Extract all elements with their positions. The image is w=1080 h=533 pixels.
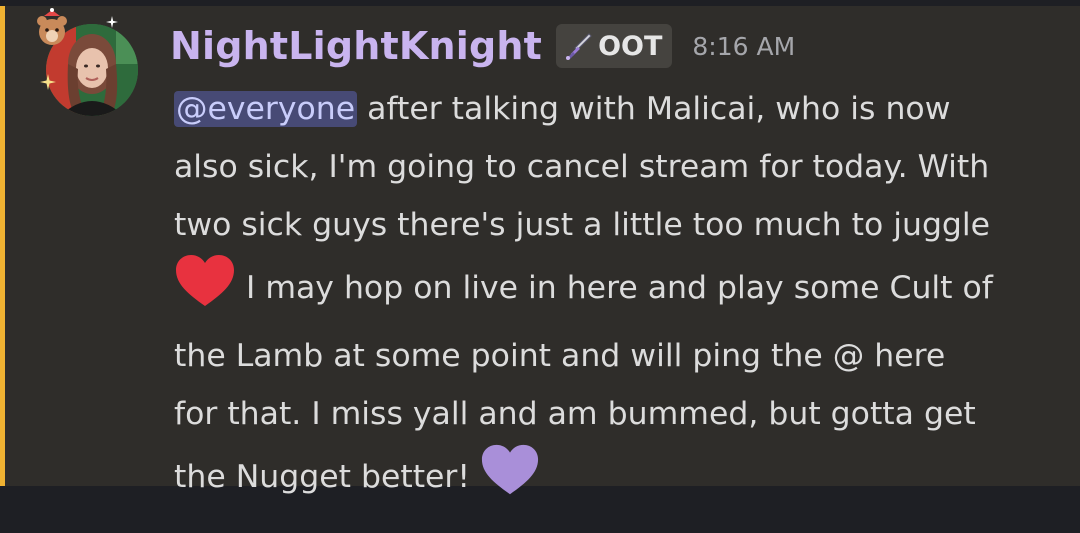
sword-icon: [566, 33, 592, 60]
message-text: the Nugget better!: [174, 459, 481, 495]
author-name[interactable]: NightLightKnight: [170, 24, 542, 68]
purple-heart-emoji[interactable]: [480, 443, 540, 516]
message-line: the Nugget better!: [174, 443, 1064, 516]
sparkle-icon: [106, 16, 118, 28]
message-content: @everyone after talking with Malicai, wh…: [174, 80, 1064, 516]
role-tag[interactable]: OOT: [556, 24, 673, 68]
bear-decoration-icon: [37, 8, 67, 45]
red-heart-emoji[interactable]: [174, 254, 236, 327]
message-header: NightLightKnight OOT 8:16 AM: [170, 16, 795, 76]
avatar[interactable]: [32, 8, 142, 122]
message-line: I may hop on live in here and play some …: [174, 254, 1064, 327]
timestamp[interactable]: 8:16 AM: [692, 32, 795, 61]
role-tag-label: OOT: [598, 30, 663, 62]
message-line: the Lamb at some point and will ping the…: [174, 338, 946, 374]
message-text: after talking with Malicai, who is now: [357, 91, 951, 127]
message-line: also sick, I'm going to cancel stream fo…: [174, 149, 990, 185]
message-line: two sick guys there's just a little too …: [174, 207, 991, 243]
sparkle-icon: [40, 74, 56, 90]
message-text: I may hop on live in here and play some …: [236, 270, 993, 306]
message-line: for that. I miss yall and am bummed, but…: [174, 396, 976, 432]
chat-message: NightLightKnight OOT 8:16 AM @everyone a…: [0, 6, 1080, 495]
mention-everyone[interactable]: @everyone: [174, 91, 358, 127]
message-line: @everyone after talking with Malicai, wh…: [174, 80, 1064, 138]
